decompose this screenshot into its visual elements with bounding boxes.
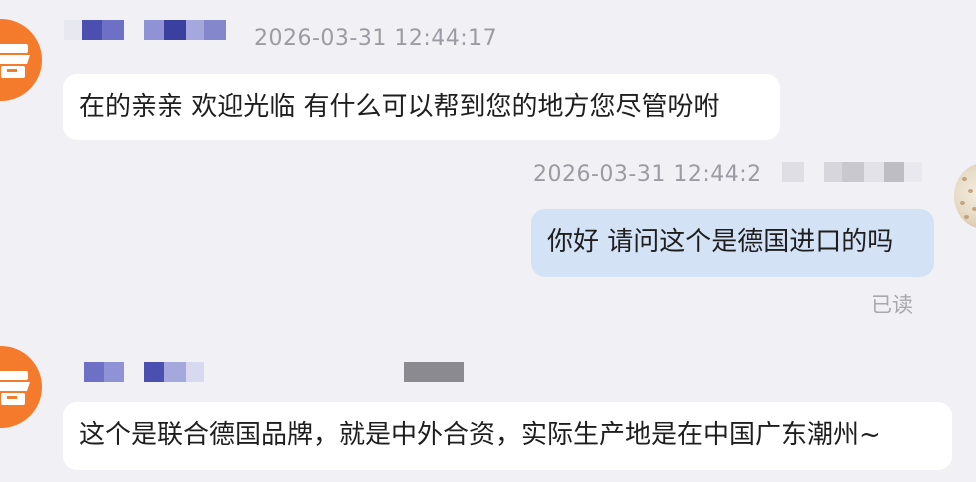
message-timestamp: 2026-03-31 12:44:17	[254, 26, 498, 51]
user-avatar[interactable]	[954, 163, 976, 229]
blurred-timestamp	[404, 362, 464, 382]
message-text: 在的亲亲 欢迎光临 有什么可以帮到您的地方您尽管吩咐	[79, 92, 720, 122]
shop-avatar-icon[interactable]	[0, 346, 42, 428]
message-timestamp: 2026-03-31 12:44:2	[533, 162, 762, 187]
sender-name-blurred	[84, 362, 204, 382]
sender-name-blurred	[64, 20, 226, 40]
message-text: 你好 请问这个是德国进口的吗	[547, 227, 894, 257]
incoming-message-bubble[interactable]: 在的亲亲 欢迎光临 有什么可以帮到您的地方您尽管吩咐	[63, 74, 780, 140]
message-text: 这个是联合德国品牌，就是中外合资，实际生产地是在中国广东潮州~	[79, 420, 881, 450]
read-status: 已读	[871, 293, 913, 317]
incoming-message-bubble[interactable]: 这个是联合德国品牌，就是中外合资，实际生产地是在中国广东潮州~	[63, 402, 952, 470]
outgoing-message-bubble[interactable]: 你好 请问这个是德国进口的吗	[531, 209, 934, 277]
shop-avatar-icon[interactable]	[0, 19, 42, 101]
sender-name-blurred	[782, 162, 922, 182]
